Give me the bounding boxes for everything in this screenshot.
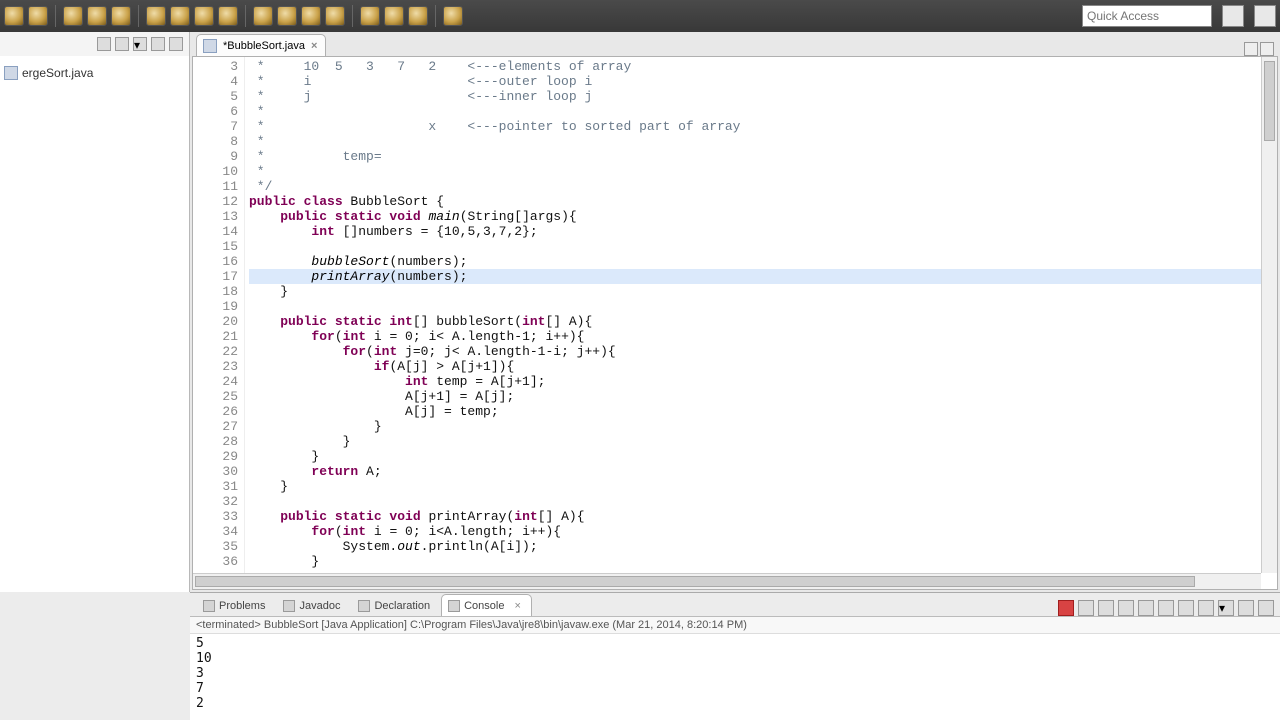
java-file-icon <box>203 39 217 53</box>
toolbar-button[interactable] <box>87 6 107 26</box>
clear-console-icon[interactable] <box>1118 600 1134 616</box>
tab-console[interactable]: Console × <box>441 594 532 616</box>
file-label: ergeSort.java <box>22 66 93 80</box>
javadoc-icon <box>283 600 295 612</box>
tab-problems[interactable]: Problems <box>196 594 276 616</box>
maximize-icon[interactable] <box>1258 600 1274 616</box>
tab-label: Problems <box>219 600 265 612</box>
package-explorer-view: ▾ ergeSort.java <box>0 32 190 592</box>
close-icon[interactable]: × <box>311 40 317 52</box>
toolbar-button[interactable] <box>28 6 48 26</box>
toolbar-button[interactable] <box>301 6 321 26</box>
toolbar-separator <box>245 5 246 27</box>
open-console-icon[interactable] <box>1198 600 1214 616</box>
view-menu-icon[interactable]: ▾ <box>1218 600 1234 616</box>
toolbar-separator <box>138 5 139 27</box>
console-icon <box>448 600 460 612</box>
editor-tab-title: *BubbleSort.java <box>223 40 305 52</box>
toolbar-separator <box>352 5 353 27</box>
main-toolbar <box>0 0 1280 32</box>
line-number-gutter: 3456789101112131415161718192021222324252… <box>205 57 245 589</box>
java-file-icon <box>4 66 18 80</box>
collapse-all-icon[interactable] <box>97 37 111 51</box>
explorer-toolbar: ▾ <box>0 32 189 56</box>
toolbar-button[interactable] <box>325 6 345 26</box>
toolbar-separator <box>435 5 436 27</box>
tab-declaration[interactable]: Declaration <box>351 594 441 616</box>
perspective-switcher[interactable] <box>1222 5 1244 27</box>
tab-label: Declaration <box>374 600 430 612</box>
display-console-icon[interactable] <box>1178 600 1194 616</box>
editor-tab[interactable]: *BubbleSort.java × <box>196 34 326 56</box>
list-item[interactable]: ergeSort.java <box>4 64 185 82</box>
toolbar-button[interactable] <box>63 6 83 26</box>
toolbar-button[interactable] <box>443 6 463 26</box>
console-toolbar: ▾ <box>1058 600 1280 616</box>
horizontal-scrollbar[interactable] <box>193 573 1261 589</box>
quick-access-input[interactable] <box>1082 5 1212 27</box>
view-menu-icon[interactable]: ▾ <box>133 37 147 51</box>
console-header: <terminated> BubbleSort [Java Applicatio… <box>190 617 1280 634</box>
bottom-tabstrip: Problems Javadoc Declaration Console × ▾ <box>190 593 1280 617</box>
explorer-tree[interactable]: ergeSort.java <box>0 56 189 592</box>
vertical-scrollbar[interactable] <box>1261 57 1277 573</box>
toolbar-button[interactable] <box>384 6 404 26</box>
toolbar-button[interactable] <box>360 6 380 26</box>
pin-console-icon[interactable] <box>1158 600 1174 616</box>
scroll-lock-icon[interactable] <box>1138 600 1154 616</box>
toolbar-button[interactable] <box>111 6 131 26</box>
toolbar-button[interactable] <box>218 6 238 26</box>
toolbar-button[interactable] <box>170 6 190 26</box>
minimize-icon[interactable] <box>1244 42 1258 56</box>
maximize-icon[interactable] <box>169 37 183 51</box>
maximize-icon[interactable] <box>1260 42 1274 56</box>
console-output[interactable]: 510372 <box>190 634 1280 720</box>
toolbar-separator <box>55 5 56 27</box>
source-editor[interactable]: 3456789101112131415161718192021222324252… <box>192 56 1278 590</box>
perspective-java[interactable] <box>1254 5 1276 27</box>
editor-tabstrip: *BubbleSort.java × <box>190 32 1280 56</box>
toolbar-button[interactable] <box>277 6 297 26</box>
folding-ruler[interactable] <box>193 57 205 589</box>
toolbar-button[interactable] <box>408 6 428 26</box>
tab-label: Console <box>464 600 504 612</box>
toolbar-button[interactable] <box>253 6 273 26</box>
toolbar-button[interactable] <box>4 6 24 26</box>
terminate-icon[interactable] <box>1058 600 1074 616</box>
close-icon[interactable]: × <box>514 600 520 612</box>
tab-javadoc[interactable]: Javadoc <box>276 594 351 616</box>
toolbar-button[interactable] <box>146 6 166 26</box>
code-content[interactable]: * 10 5 3 7 2 <---elements of array * i <… <box>245 57 1277 589</box>
minimize-icon[interactable] <box>151 37 165 51</box>
tab-label: Javadoc <box>299 600 340 612</box>
declaration-icon <box>358 600 370 612</box>
problems-icon <box>203 600 215 612</box>
remove-all-icon[interactable] <box>1098 600 1114 616</box>
minimize-icon[interactable] <box>1238 600 1254 616</box>
link-editor-icon[interactable] <box>115 37 129 51</box>
remove-launch-icon[interactable] <box>1078 600 1094 616</box>
bottom-views: Problems Javadoc Declaration Console × ▾ <te… <box>190 592 1280 720</box>
toolbar-button[interactable] <box>194 6 214 26</box>
editor-area: *BubbleSort.java × 345678910111213141516… <box>190 32 1280 592</box>
